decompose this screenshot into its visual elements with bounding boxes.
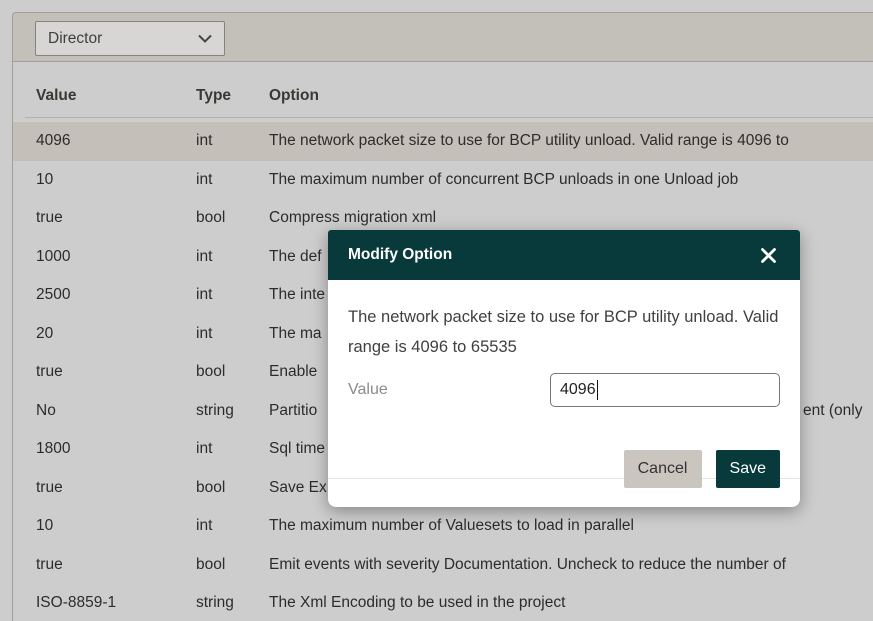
dialog-title: Modify Option [348, 246, 452, 264]
table-row[interactable]: ISO-8859-1 string The Xml Encoding to be… [13, 584, 873, 621]
dialog-footer: Cancel Save [624, 450, 780, 488]
table-row[interactable]: true bool Emit events with severity Docu… [13, 546, 873, 585]
option-description: The network packet size to use for BCP u… [348, 302, 780, 362]
cell-value: 4096 [36, 122, 70, 161]
cell-value: 10 [36, 161, 53, 200]
column-header-type: Type [196, 87, 231, 105]
cell-value: 1000 [36, 238, 70, 277]
cell-value: true [36, 546, 63, 585]
cell-type: int [196, 507, 212, 546]
save-button[interactable]: Save [716, 450, 780, 488]
cell-type: int [196, 238, 212, 277]
chevron-down-icon [198, 34, 212, 43]
value-input-text: 4096 [560, 381, 596, 399]
cell-value: true [36, 353, 63, 392]
value-input[interactable]: 4096 [550, 373, 780, 407]
cell-value: 10 [36, 507, 53, 546]
column-header-value: Value [36, 87, 77, 105]
cell-value: 20 [36, 315, 53, 354]
cell-type: int [196, 315, 212, 354]
cell-option: The network packet size to use for BCP u… [269, 122, 873, 161]
cell-type: int [196, 161, 212, 200]
cell-type: int [196, 276, 212, 315]
cell-option: The maximum number of Valuesets to load … [269, 507, 873, 546]
cancel-button[interactable]: Cancel [624, 450, 702, 488]
cell-value: 2500 [36, 276, 70, 315]
dialog-header: Modify Option [328, 230, 800, 280]
cell-type: string [196, 584, 234, 621]
column-header-option: Option [269, 87, 319, 105]
text-caret [597, 380, 599, 400]
cell-option: The maximum number of concurrent BCP unl… [269, 161, 873, 200]
value-field-label: Value [348, 381, 388, 398]
header-divider [25, 117, 873, 118]
cell-type: bool [196, 199, 225, 238]
cell-option: The Xml Encoding to be used in the proje… [269, 584, 873, 621]
cell-type: bool [196, 546, 225, 585]
cell-value: No [36, 392, 56, 431]
value-form-row: Value 4096 [348, 373, 780, 407]
cell-value: ISO-8859-1 [36, 584, 116, 621]
cell-type: bool [196, 353, 225, 392]
cell-option: Emit events with severity Documentation.… [269, 546, 873, 585]
cell-option-tail: ent (only [803, 392, 862, 431]
table-row[interactable]: 4096 int The network packet size to use … [13, 122, 873, 161]
close-icon [761, 248, 776, 263]
cell-type: int [196, 430, 212, 469]
profile-select-value: Director [48, 30, 198, 48]
close-button[interactable] [757, 244, 780, 267]
dialog-body: The network packet size to use for BCP u… [328, 280, 800, 507]
cell-type: int [196, 122, 212, 161]
modify-option-dialog: Modify Option The network packet size to… [328, 230, 800, 507]
profile-select[interactable]: Director [35, 21, 225, 56]
table-row[interactable]: 10 int The maximum number of Valuesets t… [13, 507, 873, 546]
cell-value: true [36, 469, 63, 508]
cell-value: 1800 [36, 430, 70, 469]
table-row[interactable]: 10 int The maximum number of concurrent … [13, 161, 873, 200]
cell-value: true [36, 199, 63, 238]
cell-type: bool [196, 469, 225, 508]
toolbar: Director [12, 12, 873, 62]
cell-type: string [196, 392, 234, 431]
